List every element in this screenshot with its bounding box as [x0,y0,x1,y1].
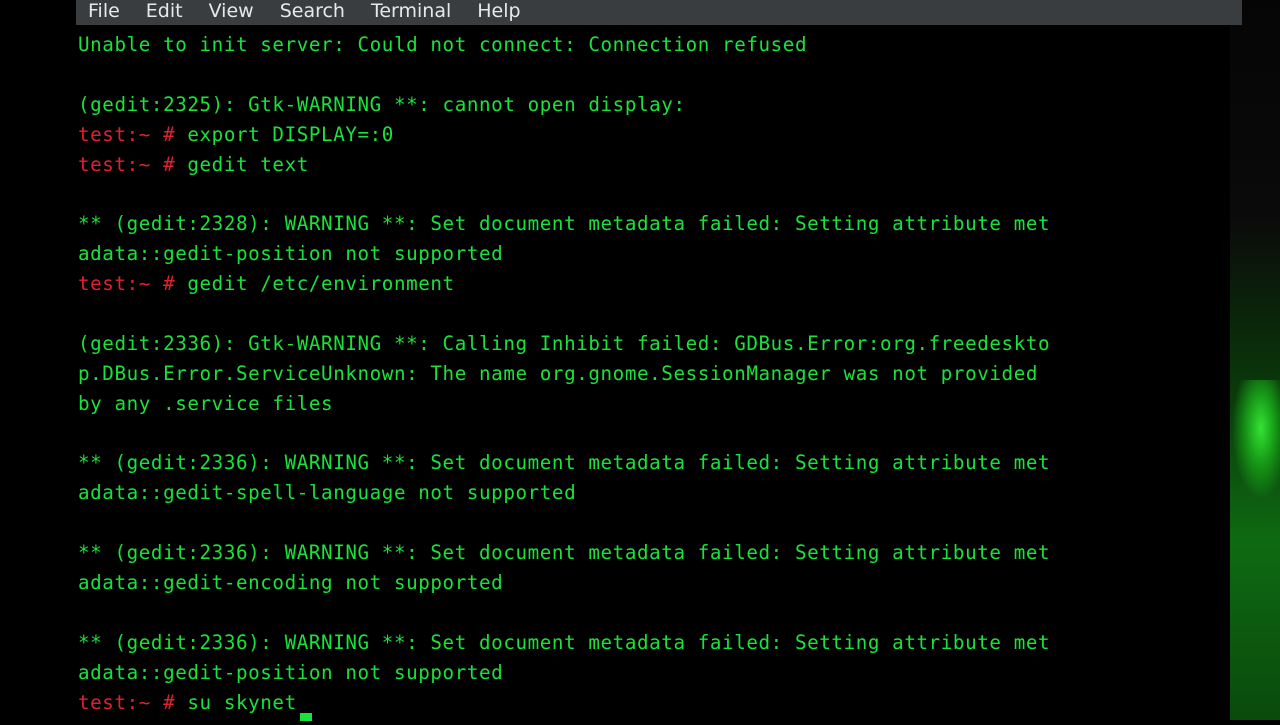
command-text: su skynet [175,690,297,714]
menu-search[interactable]: Search [280,0,345,22]
menu-view[interactable]: View [209,0,254,22]
output-line: ** (gedit:2336): WARNING **: Set documen… [78,451,1051,475]
output-line: adata::gedit-encoding not supported [78,571,504,595]
command-line: test:~ # gedit text [78,150,1212,180]
menu-file[interactable]: File [88,0,120,22]
menu-bar: File Edit View Search Terminal Help [76,0,1242,25]
output-line: (gedit:2325): Gtk-WARNING **: cannot ope… [78,92,686,116]
menu-help[interactable]: Help [477,0,520,22]
terminal-window: File Edit View Search Terminal Help Unab… [76,0,1242,720]
desktop-wallpaper [1230,0,1280,720]
menu-terminal[interactable]: Terminal [371,0,451,22]
output-line: adata::gedit-position not supported [78,660,504,684]
command-line: test:~ # export DISPLAY=:0 [78,120,1212,150]
output-line: ** (gedit:2336): WARNING **: Set documen… [78,541,1051,565]
command-text: gedit /etc/environment [175,272,455,296]
command-line: test:~ # su skynet [78,688,1212,718]
output-line: by any .service files [78,391,334,415]
output-line: adata::gedit-position not supported [78,242,504,266]
terminal-output[interactable]: Unable to init server: Could not connect… [78,30,1212,717]
menu-edit[interactable]: Edit [146,0,183,22]
output-line: ** (gedit:2328): WARNING **: Set documen… [78,212,1051,236]
command-line: test:~ # gedit /etc/environment [78,269,1212,299]
output-line: p.DBus.Error.ServiceUnknown: The name or… [78,361,1038,385]
output-line: ** (gedit:2336): WARNING **: Set documen… [78,630,1051,654]
shell-prompt: test:~ # [78,152,176,176]
command-text: gedit text [175,152,309,176]
shell-prompt: test:~ # [78,122,176,146]
command-text: export DISPLAY=:0 [175,122,394,146]
lightbulb-glow [1232,380,1280,500]
output-line: (gedit:2336): Gtk-WARNING **: Calling In… [78,331,1051,355]
output-line: adata::gedit-spell-language not supporte… [78,481,577,505]
output-line: Unable to init server: Could not connect… [78,33,808,56]
shell-prompt: test:~ # [78,690,176,714]
shell-prompt: test:~ # [78,272,176,296]
